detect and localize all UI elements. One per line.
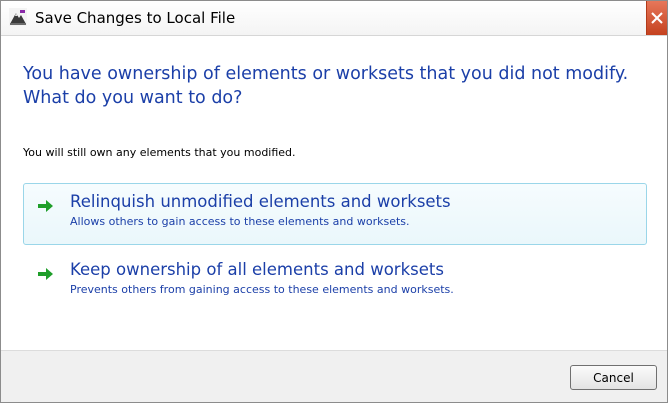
window-title: Save Changes to Local File [35,9,236,27]
green-arrow-icon [38,198,54,212]
relinquish-command-link[interactable]: Relinquish unmodified elements and works… [23,183,647,245]
content-note: You will still own any elements that you… [23,146,296,159]
keep-ownership-command-link[interactable]: Keep ownership of all elements and works… [23,251,647,313]
dialog-window: Save Changes to Local File You have owne… [0,0,668,403]
green-arrow-icon [38,266,54,280]
command-link-title: Keep ownership of all elements and works… [70,260,444,279]
command-link-description: Allows others to gain access to these el… [70,215,410,228]
command-link-description: Prevents others from gaining access to t… [70,283,454,296]
title-bar: Save Changes to Local File [1,1,667,36]
cancel-button[interactable]: Cancel [570,365,657,390]
main-instruction: You have ownership of elements or workse… [23,64,629,108]
revit-app-icon [9,8,27,26]
close-button[interactable] [646,1,667,35]
button-bar: Cancel [1,350,667,402]
dialog-content: You have ownership of elements or workse… [1,36,667,351]
close-icon [651,12,663,24]
command-link-title: Relinquish unmodified elements and works… [70,192,451,211]
